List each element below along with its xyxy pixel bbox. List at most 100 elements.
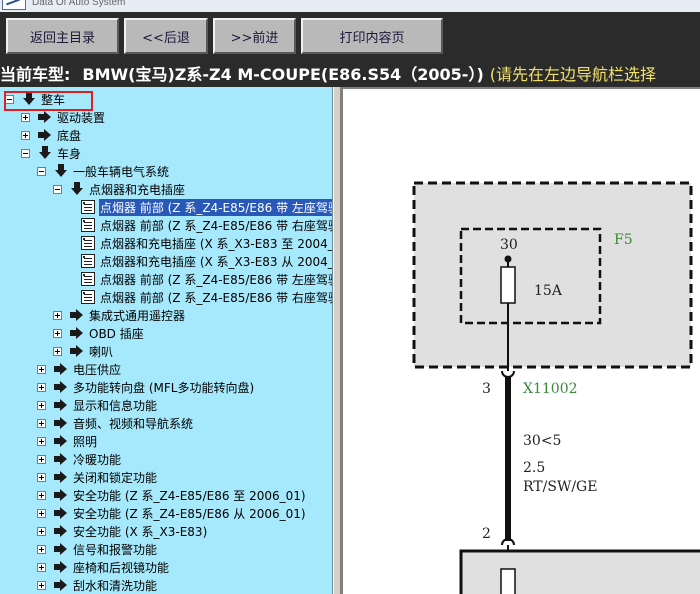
- app-logo-icon: [2, 0, 26, 10]
- forward-button[interactable]: >>前进: [213, 18, 296, 54]
- tree-item-label[interactable]: 车身: [56, 145, 82, 162]
- tree-item-label[interactable]: 安全功能 (Z 系_Z4-E85/E86 至 2006_01): [72, 487, 307, 504]
- tree-item-label[interactable]: 音频、视频和导航系统: [72, 415, 194, 432]
- back-button[interactable]: <<后退: [124, 18, 208, 54]
- tree-item[interactable]: 喇叭: [53, 342, 114, 360]
- fuse-rating-label: 15A: [534, 283, 563, 299]
- connector-top-symbol: [501, 370, 515, 378]
- document-icon: [81, 218, 95, 232]
- expand-icon[interactable]: [37, 580, 46, 590]
- lower-component-box: [459, 549, 700, 594]
- expand-icon[interactable]: [37, 400, 46, 410]
- arrow-right-icon: [54, 398, 68, 412]
- tree-item[interactable]: 安全功能 (Z 系_Z4-E85/E86 至 2006_01): [37, 486, 307, 504]
- expand-icon[interactable]: [37, 544, 46, 554]
- tree-item-label[interactable]: OBD 插座: [88, 325, 145, 342]
- tree-item-label[interactable]: 电压供应: [72, 361, 122, 378]
- collapse-icon[interactable]: [21, 148, 30, 158]
- tree-item[interactable]: OBD 插座: [53, 324, 145, 342]
- tree-item-label[interactable]: 多功能转向盘 (MFL多功能转向盘): [72, 379, 255, 396]
- arrow-down-icon: [54, 164, 68, 178]
- tree-item[interactable]: 座椅和后视镜功能: [37, 558, 170, 576]
- tree-item[interactable]: 点烟器和充电插座: [53, 180, 186, 198]
- tree-item-label[interactable]: 刮水和清洗功能: [72, 577, 158, 594]
- tree-item[interactable]: 点烟器和充电插座 (X 系_X3-E83 从 2004_0: [69, 252, 332, 270]
- print-button[interactable]: 打印内容页: [301, 18, 443, 54]
- expand-icon[interactable]: [53, 310, 62, 320]
- expand-icon[interactable]: [37, 526, 46, 536]
- back-to-main-button[interactable]: 返回主目录: [6, 18, 119, 54]
- tree-item[interactable]: 车身: [21, 144, 82, 162]
- tree-item[interactable]: 点烟器 前部 (Z 系_Z4-E85/E86 带 右座驾驶: [69, 216, 332, 234]
- tree-item[interactable]: 点烟器 前部 (Z 系_Z4-E85/E86 带 左座驾驶: [69, 270, 332, 288]
- tree-item-label[interactable]: 安全功能 (X 系_X3-E83): [72, 523, 208, 540]
- wire-signal-label: 30<5: [523, 433, 561, 449]
- fuse-box: [412, 181, 693, 369]
- expand-icon[interactable]: [37, 436, 46, 446]
- wiring-diagram: F5 30 15A 3 X11002 30<5 2.5 RT/SW/GE 2: [341, 87, 700, 594]
- tree-item-label[interactable]: 点烟器和充电插座: [88, 181, 186, 198]
- tree-item-label[interactable]: 点烟器和充电插座 (X 系_X3-E83 从 2004_0: [99, 253, 332, 270]
- expand-icon[interactable]: [53, 328, 62, 338]
- highlight-box: [4, 91, 93, 111]
- tree-item[interactable]: 冷暖功能: [37, 450, 122, 468]
- tree-item-label[interactable]: 底盘: [56, 127, 82, 144]
- arrow-right-icon: [54, 542, 68, 556]
- tree-item[interactable]: 安全功能 (X 系_X3-E83): [37, 522, 208, 540]
- tree-item[interactable]: 显示和信息功能: [37, 396, 158, 414]
- tree-item[interactable]: 多功能转向盘 (MFL多功能转向盘): [37, 378, 255, 396]
- tree-item[interactable]: 点烟器 前部 (Z 系_Z4-E85/E86 带 右座驾驶: [69, 288, 332, 306]
- expand-icon[interactable]: [21, 130, 30, 140]
- tree-item[interactable]: 关闭和锁定功能: [37, 468, 158, 486]
- tree-item-label[interactable]: 点烟器和充电插座 (X 系_X3-E83 至 2004_0: [99, 235, 332, 252]
- tree-item-label[interactable]: 集成式通用遥控器: [88, 307, 186, 324]
- tree-item-label[interactable]: 点烟器 前部 (Z 系_Z4-E85/E86 带 右座驾驶: [99, 289, 332, 306]
- connector-bottom-symbol: [501, 538, 515, 546]
- tree-item[interactable]: 安全功能 (Z 系_Z4-E85/E86 从 2006_01): [37, 504, 307, 522]
- tree-item-label[interactable]: 驱动装置: [56, 109, 106, 126]
- arrow-right-icon: [70, 344, 84, 358]
- expand-icon[interactable]: [53, 346, 62, 356]
- tree-item-label[interactable]: 点烟器 前部 (Z 系_Z4-E85/E86 带 左座驾驶: [99, 271, 332, 288]
- model-hint: (请先在左边导航栏选择: [489, 65, 657, 84]
- tree-item-label[interactable]: 关闭和锁定功能: [72, 469, 158, 486]
- expand-icon[interactable]: [37, 490, 46, 500]
- tree-item-label[interactable]: 照明: [72, 433, 98, 450]
- toolbar: 返回主目录 <<后退 >>前进 打印内容页: [0, 12, 700, 62]
- fuse-pin-label: 30: [500, 237, 518, 253]
- arrow-right-icon: [54, 416, 68, 430]
- tree-item-label[interactable]: 点烟器 前部 (Z 系_Z4-E85/E86 带 右座驾驶: [99, 217, 332, 234]
- expand-icon[interactable]: [21, 112, 30, 122]
- tree-item-label[interactable]: 信号和报警功能: [72, 541, 158, 558]
- collapse-icon[interactable]: [37, 166, 46, 176]
- arrow-right-icon: [54, 488, 68, 502]
- expand-icon[interactable]: [37, 508, 46, 518]
- tree-item-label[interactable]: 冷暖功能: [72, 451, 122, 468]
- expand-icon[interactable]: [37, 472, 46, 482]
- tree-item-label[interactable]: 点烟器 前部 (Z 系_Z4-E85/E86 带 左座驾驶: [99, 198, 332, 216]
- tree-item[interactable]: 点烟器 前部 (Z 系_Z4-E85/E86 带 左座驾驶: [69, 198, 332, 216]
- tree-item[interactable]: 点烟器和充电插座 (X 系_X3-E83 至 2004_0: [69, 234, 332, 252]
- collapse-icon[interactable]: [53, 184, 62, 194]
- tree-item[interactable]: 电压供应: [37, 360, 122, 378]
- tree-item-label[interactable]: 座椅和后视镜功能: [72, 559, 170, 576]
- expand-icon[interactable]: [37, 562, 46, 572]
- expand-icon[interactable]: [37, 382, 46, 392]
- tree-item-label[interactable]: 一般车辆电气系统: [72, 163, 170, 180]
- tree-item-label[interactable]: 显示和信息功能: [72, 397, 158, 414]
- tree-item[interactable]: 一般车辆电气系统: [37, 162, 170, 180]
- arrow-right-icon: [54, 380, 68, 394]
- tree-item[interactable]: 音频、视频和导航系统: [37, 414, 194, 432]
- tree-item[interactable]: 信号和报警功能: [37, 540, 158, 558]
- arrow-right-icon: [54, 434, 68, 448]
- expand-icon[interactable]: [37, 364, 46, 374]
- tree-item[interactable]: 刮水和清洗功能: [37, 576, 158, 594]
- expand-icon[interactable]: [37, 418, 46, 428]
- panel-splitter[interactable]: [333, 87, 341, 594]
- tree-item[interactable]: 底盘: [21, 126, 82, 144]
- tree-item[interactable]: 照明: [37, 432, 98, 450]
- tree-item-label[interactable]: 安全功能 (Z 系_Z4-E85/E86 从 2006_01): [72, 505, 307, 522]
- expand-icon[interactable]: [37, 454, 46, 464]
- tree-item-label[interactable]: 喇叭: [88, 343, 114, 360]
- tree-item[interactable]: 集成式通用遥控器: [53, 306, 186, 324]
